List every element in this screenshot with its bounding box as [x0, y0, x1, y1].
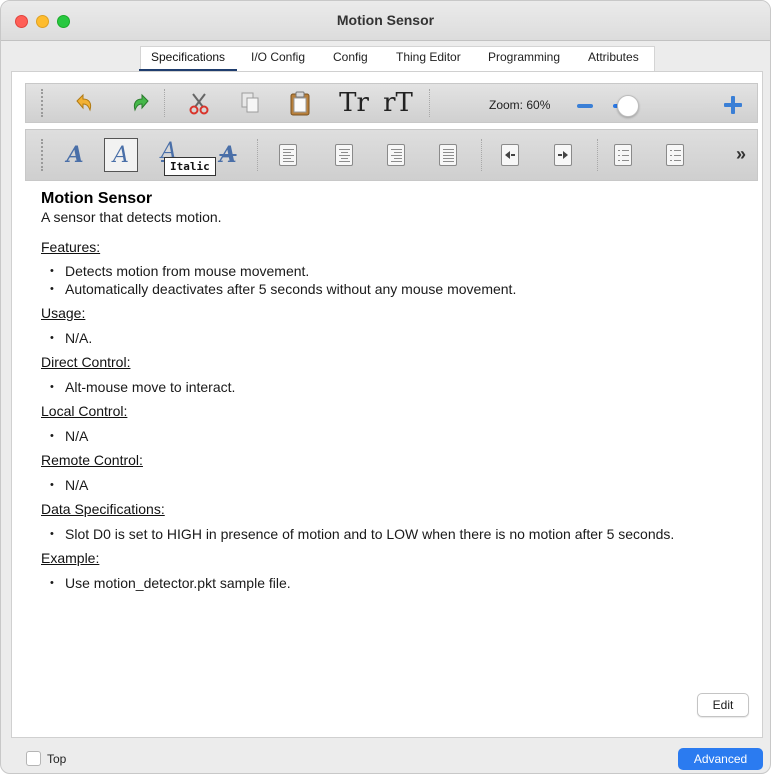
section-heading: Direct Control: — [41, 354, 131, 370]
section-heading: Example: — [41, 550, 100, 566]
undo-icon[interactable] — [71, 90, 97, 116]
bold-button[interactable]: A — [58, 138, 92, 172]
align-left-icon[interactable] — [279, 144, 297, 166]
zoom-label: Zoom: 60% — [489, 98, 551, 112]
copy-icon[interactable] — [237, 90, 263, 116]
top-checkbox[interactable] — [26, 751, 41, 766]
increase-font-icon[interactable]: Tr — [337, 88, 371, 118]
toolbar-separator — [257, 139, 258, 171]
section-local-control: Local Control: N/A — [41, 403, 751, 444]
document-body: Motion Sensor A sensor that detects moti… — [41, 190, 751, 593]
indent-icon[interactable] — [554, 144, 572, 166]
decrease-font-icon[interactable]: rT — [381, 88, 415, 118]
cut-icon[interactable] — [186, 90, 212, 116]
toolbar-separator — [164, 89, 165, 117]
list-item: N/A. — [41, 330, 751, 346]
align-right-icon[interactable] — [387, 144, 405, 166]
tab-config[interactable]: Config — [333, 50, 368, 64]
zoom-slider-knob[interactable] — [617, 95, 639, 117]
list-item: Detects motion from mouse movement. — [41, 263, 751, 279]
window: Motion Sensor Specifications I/O Config … — [0, 0, 771, 774]
doc-title: Motion Sensor — [41, 190, 153, 207]
doc-subtitle: A sensor that detects motion. — [41, 209, 222, 225]
section-heading: Data Specifications: — [41, 501, 165, 517]
section-remote-control: Remote Control: N/A — [41, 452, 751, 493]
list-item: Use motion_detector.pkt sample file. — [41, 575, 751, 591]
section-heading: Remote Control: — [41, 452, 143, 468]
list-item: Automatically deactivates after 5 second… — [41, 281, 751, 297]
list-item: N/A — [41, 477, 751, 493]
tab-attributes[interactable]: Attributes — [588, 50, 639, 64]
top-checkbox-label: Top — [47, 752, 67, 766]
toolbar-grip[interactable] — [41, 89, 44, 117]
section-data-specifications: Data Specifications: Slot D0 is set to H… — [41, 501, 751, 542]
italic-button[interactable]: A — [104, 138, 138, 172]
redo-icon[interactable] — [128, 90, 154, 116]
section-direct-control: Direct Control: Alt-mouse move to intera… — [41, 354, 751, 395]
list-item: Alt-mouse move to interact. — [41, 379, 751, 395]
advanced-button[interactable]: Advanced — [678, 748, 763, 770]
title-bar: Motion Sensor — [1, 1, 770, 41]
section-heading: Local Control: — [41, 403, 128, 419]
list-item: Slot D0 is set to HIGH in presence of mo… — [41, 526, 711, 542]
window-title: Motion Sensor — [336, 12, 435, 28]
toolbar-separator — [597, 139, 598, 171]
zoom-out-button[interactable] — [577, 104, 593, 108]
outdent-icon[interactable] — [501, 144, 519, 166]
tab-bar: Specifications I/O Config Config Thing E… — [1, 41, 770, 72]
strikethrough-button[interactable]: A — [211, 138, 245, 172]
edit-button[interactable]: Edit — [697, 693, 749, 717]
section-features: Features: Detects motion from mouse move… — [41, 239, 751, 297]
paste-icon[interactable] — [287, 89, 313, 117]
section-usage: Usage: N/A. — [41, 305, 751, 346]
zoom-in-button[interactable] — [724, 96, 742, 114]
toolbar-separator — [429, 89, 430, 117]
tooltip-italic: Italic — [164, 157, 216, 176]
tab-thing-editor[interactable]: Thing Editor — [396, 50, 461, 64]
section-heading: Features: — [41, 239, 101, 255]
tab-programming[interactable]: Programming — [488, 50, 560, 64]
more-tools-chevron-icon[interactable]: » — [736, 144, 746, 165]
toolbar-grip[interactable] — [41, 139, 44, 171]
list-item: N/A — [41, 428, 751, 444]
tab-io-config[interactable]: I/O Config — [251, 50, 305, 64]
section-example: Example: Use motion_detector.pkt sample … — [41, 550, 751, 591]
tab-specifications[interactable]: Specifications — [138, 50, 238, 72]
align-center-icon[interactable] — [335, 144, 353, 166]
align-justify-icon[interactable] — [439, 144, 457, 166]
section-heading: Usage: — [41, 305, 86, 321]
numbered-list-icon[interactable] — [614, 144, 632, 166]
toolbar-separator — [481, 139, 482, 171]
bulleted-list-icon[interactable] — [666, 144, 684, 166]
